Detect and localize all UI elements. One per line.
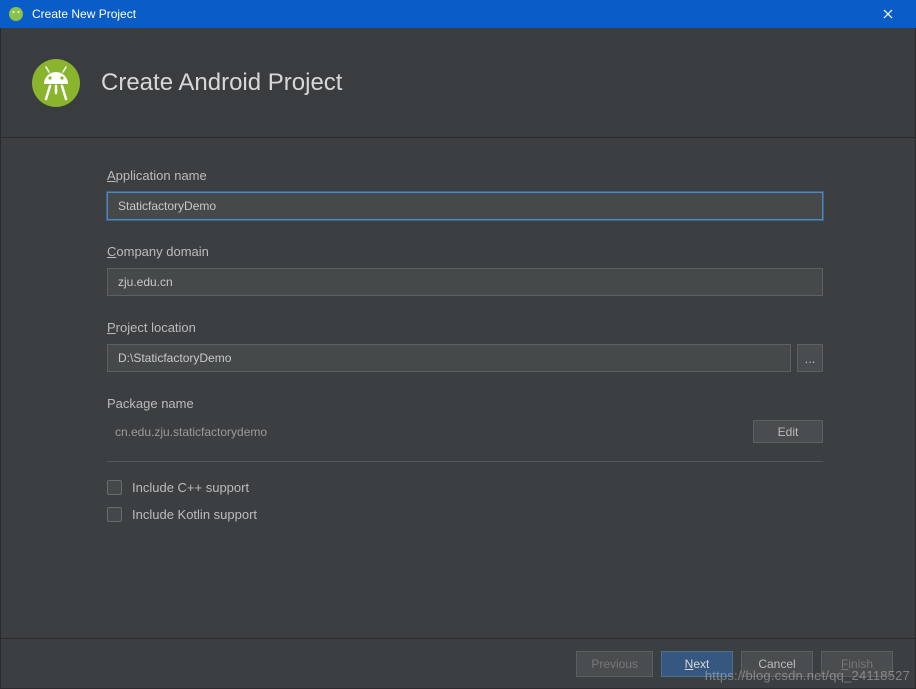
include-kotlin-label: Include Kotlin support: [132, 507, 257, 522]
android-studio-icon: [8, 6, 24, 22]
title-bar: Create New Project: [0, 0, 916, 28]
application-name-group: Application name: [107, 168, 823, 220]
package-name-label: Package name: [107, 396, 823, 411]
package-name-value: cn.edu.zju.staticfactorydemo: [107, 425, 267, 439]
dialog-header: Create Android Project: [1, 28, 915, 138]
window-title: Create New Project: [32, 7, 868, 21]
package-name-group: Package name cn.edu.zju.staticfactorydem…: [107, 396, 823, 443]
separator: [107, 461, 823, 462]
edit-package-button[interactable]: Edit: [753, 420, 823, 443]
project-location-group: Project location ...: [107, 320, 823, 372]
previous-button[interactable]: Previous: [576, 651, 653, 677]
project-location-label: Project location: [107, 320, 823, 335]
include-cpp-row[interactable]: Include C++ support: [107, 480, 823, 495]
company-domain-group: Company domain: [107, 244, 823, 296]
close-button[interactable]: [868, 0, 908, 28]
include-kotlin-checkbox[interactable]: [107, 507, 122, 522]
include-cpp-label: Include C++ support: [132, 480, 249, 495]
project-location-input[interactable]: [107, 344, 791, 372]
finish-button[interactable]: Finish: [821, 651, 893, 677]
include-kotlin-row[interactable]: Include Kotlin support: [107, 507, 823, 522]
application-name-label: Application name: [107, 168, 823, 183]
application-name-input[interactable]: [107, 192, 823, 220]
form-content: Application name Company domain Project …: [1, 138, 915, 638]
include-cpp-checkbox[interactable]: [107, 480, 122, 495]
dialog-body: Create Android Project Application name …: [0, 28, 916, 689]
page-title: Create Android Project: [101, 69, 342, 97]
browse-location-button[interactable]: ...: [797, 344, 823, 372]
android-head-icon: [31, 58, 81, 108]
company-domain-label: Company domain: [107, 244, 823, 259]
next-button[interactable]: Next: [661, 651, 733, 677]
company-domain-input[interactable]: [107, 268, 823, 296]
dialog-footer: Previous Next Cancel Finish: [1, 638, 915, 688]
cancel-button[interactable]: Cancel: [741, 651, 813, 677]
